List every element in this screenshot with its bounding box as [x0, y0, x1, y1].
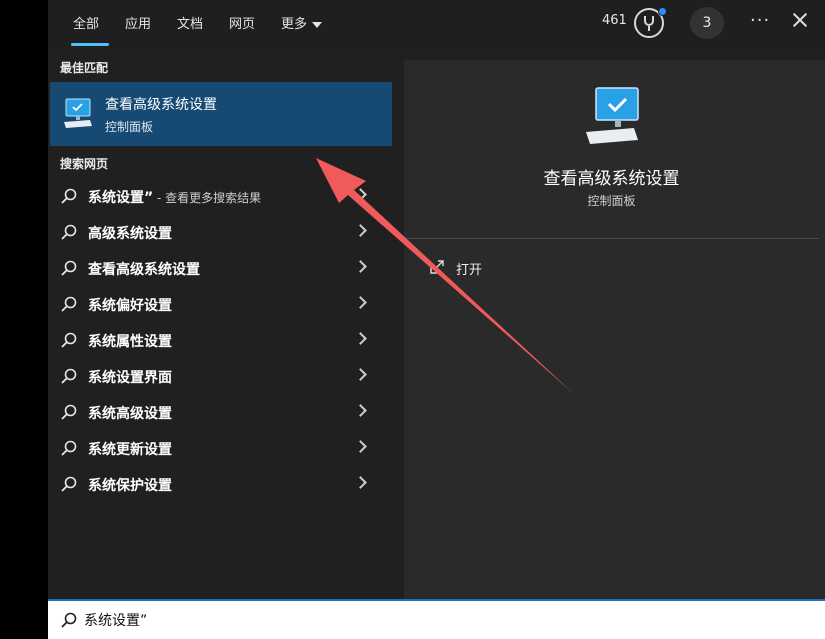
chevron-right-icon	[354, 188, 367, 201]
desktop-edge	[0, 0, 48, 639]
search-icon	[61, 368, 77, 384]
suggestion-text: 系统设置界面	[88, 370, 172, 386]
suggestion-label: 查看高级系统设置	[88, 259, 200, 279]
chevron-right-icon	[354, 260, 367, 273]
open-label: 打开	[456, 263, 483, 278]
rewards-points: 461	[602, 13, 627, 28]
results-list: 最佳匹配 查看高级系统设置 控制面板 搜索网页 系统设置” - 查看更多搜索结果…	[48, 50, 396, 598]
suggestion-text: 查看高级系统设置	[88, 262, 200, 278]
suggestion-text: 系统设置”	[88, 190, 154, 206]
suggestion-text: 系统偏好设置	[88, 298, 172, 314]
web-search-suggestion[interactable]: 系统设置” - 查看更多搜索结果	[48, 178, 388, 214]
open-external-icon	[430, 260, 444, 274]
computer-large-icon	[586, 87, 639, 144]
search-icon	[61, 188, 77, 204]
search-icon	[61, 260, 77, 276]
tab-web[interactable]: 网页	[229, 13, 255, 32]
suggestion-label: 系统设置界面	[88, 367, 172, 387]
chevron-right-icon	[354, 476, 367, 489]
preview-pane: 查看高级系统设置 控制面板 打开	[404, 60, 825, 600]
web-search-suggestion[interactable]: 系统保护设置	[48, 466, 388, 502]
suggestion-label: 系统高级设置	[88, 403, 172, 423]
web-search-suggestion[interactable]: 查看高级系统设置	[48, 250, 388, 286]
chevron-right-icon	[354, 368, 367, 381]
suggestion-label: 系统设置” - 查看更多搜索结果	[88, 187, 261, 207]
close-icon[interactable]	[790, 10, 810, 30]
tab-all[interactable]: 全部	[70, 13, 110, 46]
suggestion-text: 高级系统设置	[88, 226, 172, 242]
best-match-heading: 最佳匹配	[60, 61, 109, 75]
suggestion-text: 系统保护设置	[88, 478, 172, 494]
search-box	[48, 599, 825, 639]
suggestion-label: 系统更新设置	[88, 439, 172, 459]
web-search-suggestion[interactable]: 系统高级设置	[48, 394, 388, 430]
tab-apps[interactable]: 应用	[125, 13, 151, 32]
computer-icon	[64, 98, 92, 128]
web-search-suggestion[interactable]: 系统更新设置	[48, 430, 388, 466]
chevron-right-icon	[354, 332, 367, 345]
suggestion-label: 系统属性设置	[88, 331, 172, 351]
search-header: 全部 应用 文档 网页 更多 461 3 ···	[48, 0, 825, 50]
best-match-item[interactable]: 查看高级系统设置 控制面板	[50, 82, 392, 146]
search-icon	[61, 296, 77, 312]
suggestion-text: 系统高级设置	[88, 406, 172, 422]
rewards-trophy-icon[interactable]	[634, 7, 667, 38]
best-match-title: 查看高级系统设置	[105, 97, 217, 113]
web-search-suggestion[interactable]: 系统属性设置	[48, 322, 388, 358]
trophy-cup-shape	[644, 16, 654, 26]
tab-more-label: 更多	[281, 17, 308, 32]
chevron-down-icon	[312, 21, 323, 28]
ellipsis-icon[interactable]: ···	[750, 10, 770, 31]
tab-documents[interactable]: 文档	[177, 13, 203, 32]
chevron-right-icon	[354, 224, 367, 237]
chevron-right-icon	[354, 296, 367, 309]
web-search-suggestion[interactable]: 高级系统设置	[48, 214, 388, 250]
search-icon	[61, 404, 77, 420]
suggestion-text: 系统更新设置	[88, 442, 172, 458]
chevron-right-icon	[354, 440, 367, 453]
web-search-heading: 搜索网页	[60, 157, 109, 171]
trophy-stem-shape	[648, 26, 650, 31]
web-search-suggestion[interactable]: 系统设置界面	[48, 358, 388, 394]
search-icon	[61, 440, 77, 456]
web-search-suggestion[interactable]: 系统偏好设置	[48, 286, 388, 322]
preview-title: 查看高级系统设置	[543, 169, 680, 189]
best-match-subtitle: 控制面板	[105, 120, 154, 134]
suggestion-text: 系统属性设置	[88, 334, 172, 350]
search-icon	[61, 332, 77, 348]
search-input[interactable]	[84, 608, 684, 632]
suggestion-label: 系统保护设置	[88, 475, 172, 495]
preview-subtitle: 控制面板	[587, 194, 636, 208]
account-badge[interactable]: 3	[690, 7, 724, 39]
search-icon	[61, 224, 77, 240]
tab-more[interactable]: 更多	[281, 13, 323, 32]
chevron-right-icon	[354, 404, 367, 417]
notification-dot	[658, 7, 667, 16]
preview-divider	[404, 238, 819, 239]
search-icon	[61, 476, 77, 492]
suggestion-label: 系统偏好设置	[88, 295, 172, 315]
suggestion-label: 高级系统设置	[88, 223, 172, 243]
search-icon	[61, 612, 77, 628]
suggestion-hint: - 查看更多搜索结果	[153, 191, 262, 205]
